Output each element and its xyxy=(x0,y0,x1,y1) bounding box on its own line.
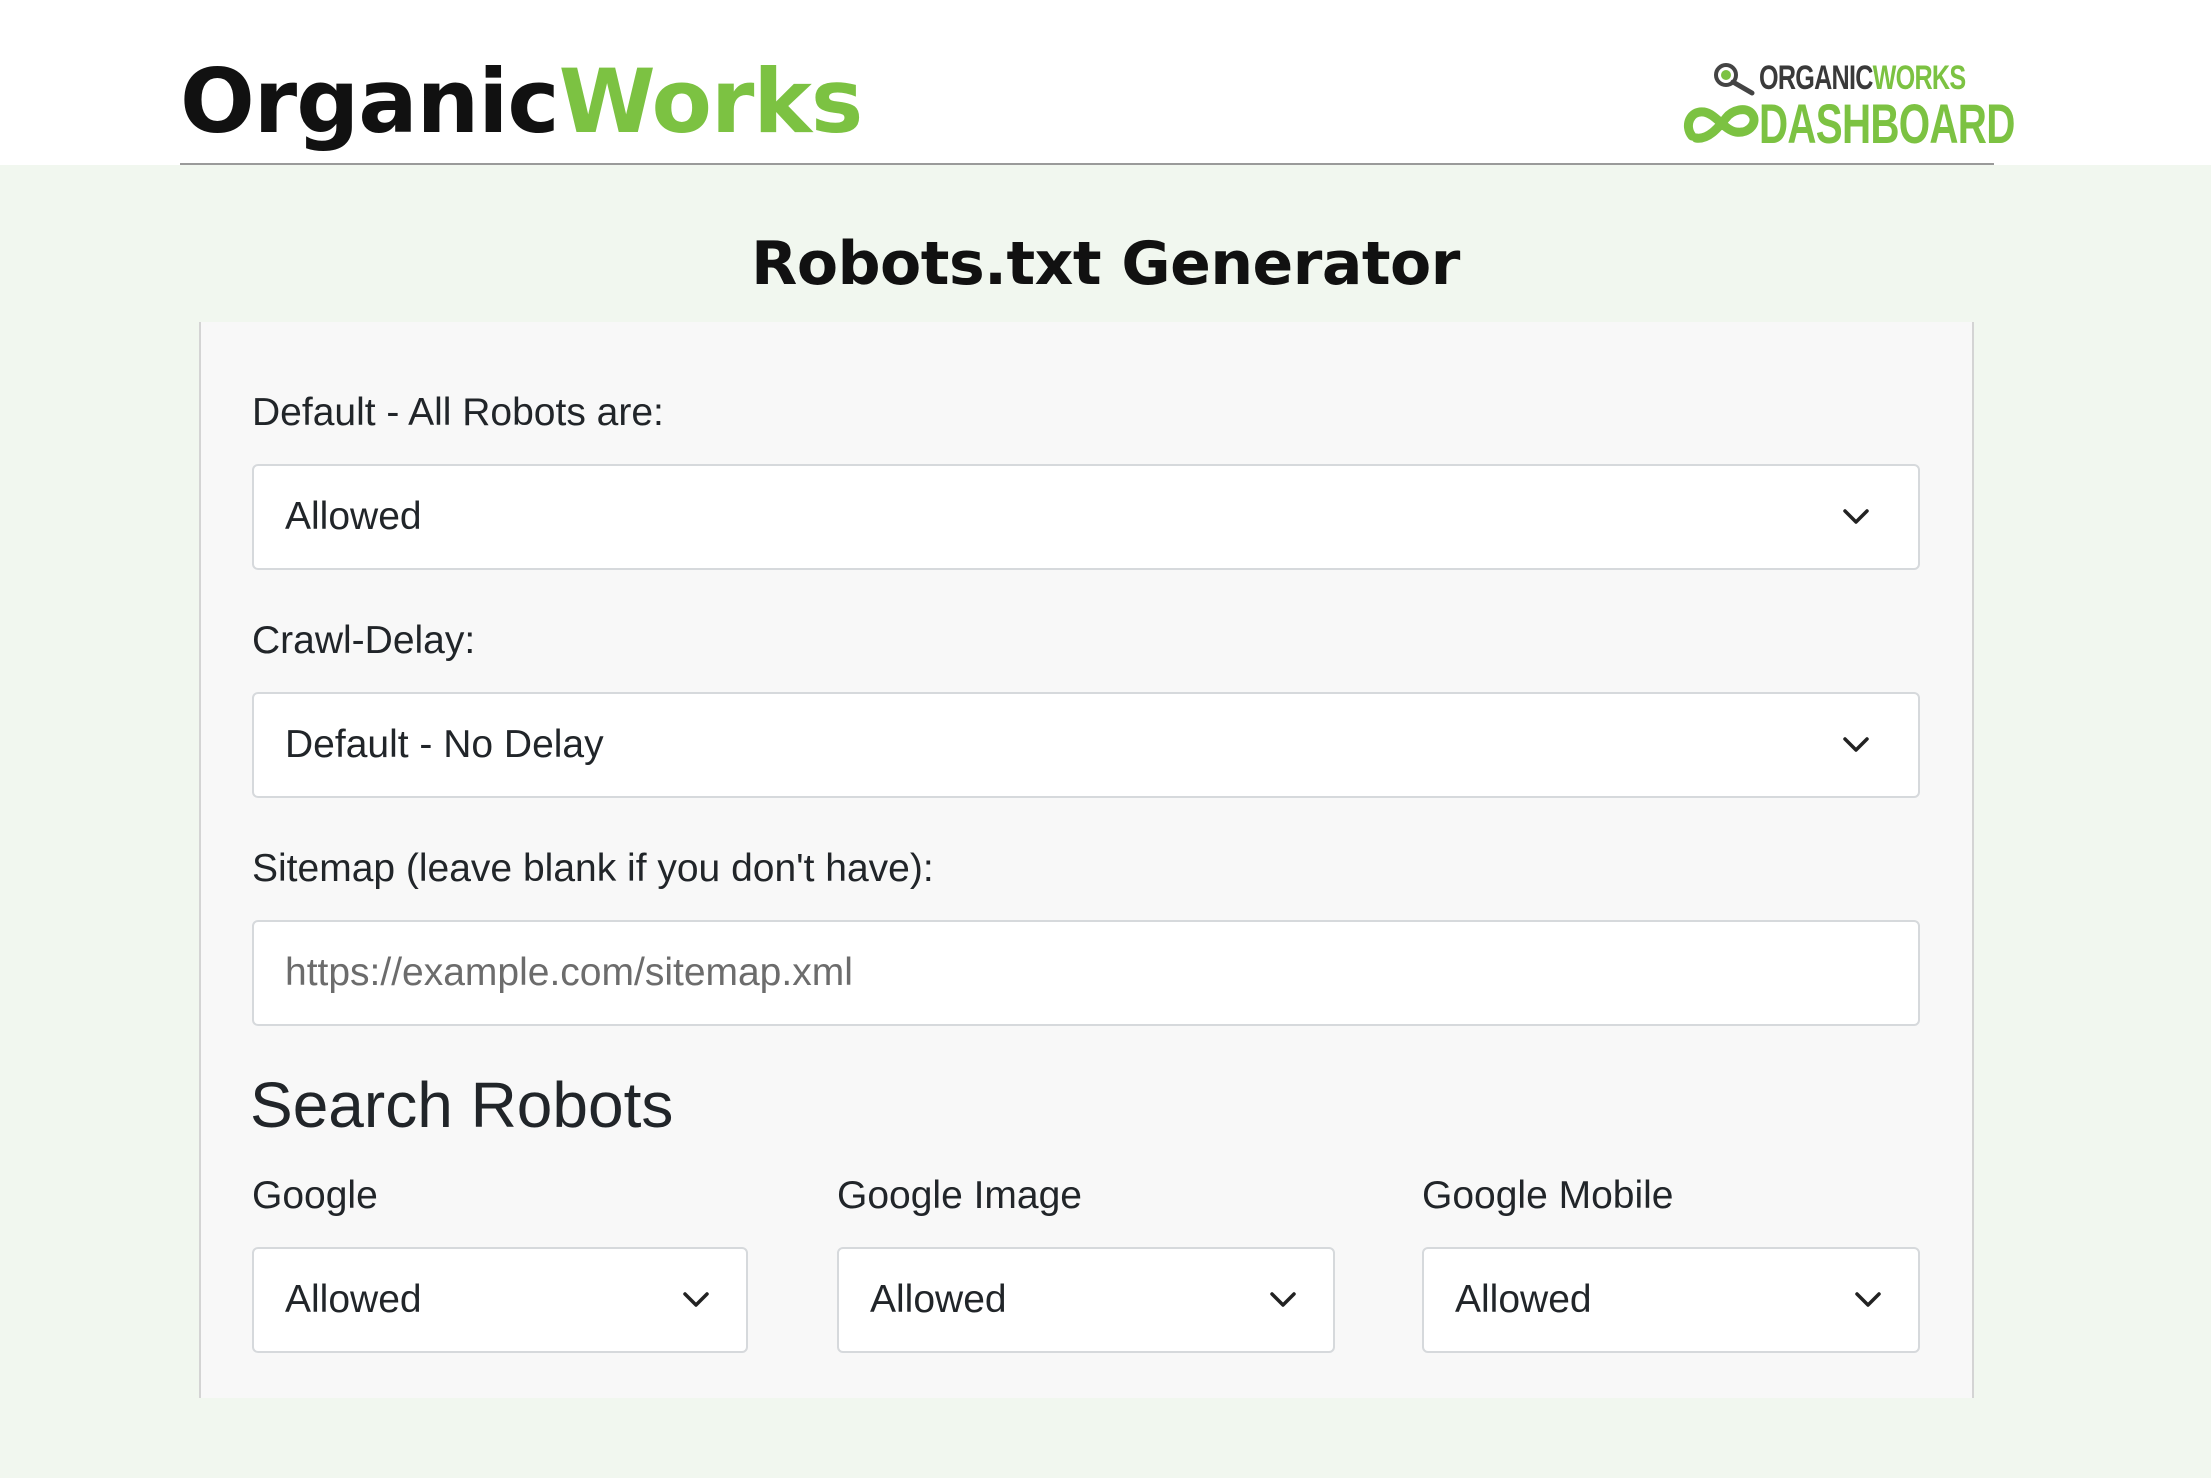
brand-text-organic: Organic xyxy=(180,50,560,153)
crawl-delay-value: Default - No Delay xyxy=(285,723,604,766)
google-robot-value: Allowed xyxy=(285,1278,422,1321)
chevron-down-icon xyxy=(1843,737,1869,752)
dashboard-logo[interactable]: ORGANICWORKS DASHBOARD xyxy=(1682,58,2015,152)
chevron-down-icon xyxy=(1843,509,1869,524)
chevron-down-icon xyxy=(683,1292,709,1307)
crawl-delay-label: Crawl-Delay: xyxy=(252,619,476,662)
sitemap-input[interactable]: https://example.com/sitemap.xml xyxy=(252,920,1920,1026)
brand-logo[interactable]: OrganicWorks xyxy=(180,50,864,153)
magnifier-icon xyxy=(1714,63,1755,96)
chevron-down-icon xyxy=(1270,1292,1296,1307)
google-image-robot-value: Allowed xyxy=(870,1278,1007,1321)
dashboard-logo-top-text: ORGANICWORKS xyxy=(1759,60,1966,96)
default-robots-select[interactable]: Allowed xyxy=(252,464,1920,570)
google-image-robot-select[interactable]: Allowed xyxy=(837,1247,1335,1353)
google-mobile-robot-select[interactable]: Allowed xyxy=(1422,1247,1920,1353)
default-robots-value: Allowed xyxy=(285,495,422,538)
brand-text-works: Works xyxy=(558,50,864,153)
page-title: Robots.txt Generator xyxy=(751,229,1460,299)
chevron-down-icon xyxy=(1855,1292,1881,1307)
site-header: OrganicWorks ORGANICWORKS DASHBOARD xyxy=(0,0,2211,165)
generator-form-card: Default - All Robots are: Allowed Crawl-… xyxy=(199,322,1974,1398)
search-robots-heading: Search Robots xyxy=(250,1069,674,1141)
dashboard-logo-bottom-text: DASHBOARD xyxy=(1759,92,2015,155)
sitemap-label: Sitemap (leave blank if you don't have): xyxy=(252,847,934,890)
google-mobile-robot-label: Google Mobile xyxy=(1422,1174,1674,1217)
infinity-icon xyxy=(1684,105,1759,143)
header-divider xyxy=(180,163,1994,165)
default-robots-label: Default - All Robots are: xyxy=(252,391,664,434)
google-mobile-robot-value: Allowed xyxy=(1455,1278,1592,1321)
google-robot-label: Google xyxy=(252,1174,378,1217)
sitemap-placeholder: https://example.com/sitemap.xml xyxy=(285,951,853,994)
google-robot-select[interactable]: Allowed xyxy=(252,1247,748,1353)
crawl-delay-select[interactable]: Default - No Delay xyxy=(252,692,1920,798)
google-image-robot-label: Google Image xyxy=(837,1174,1082,1217)
